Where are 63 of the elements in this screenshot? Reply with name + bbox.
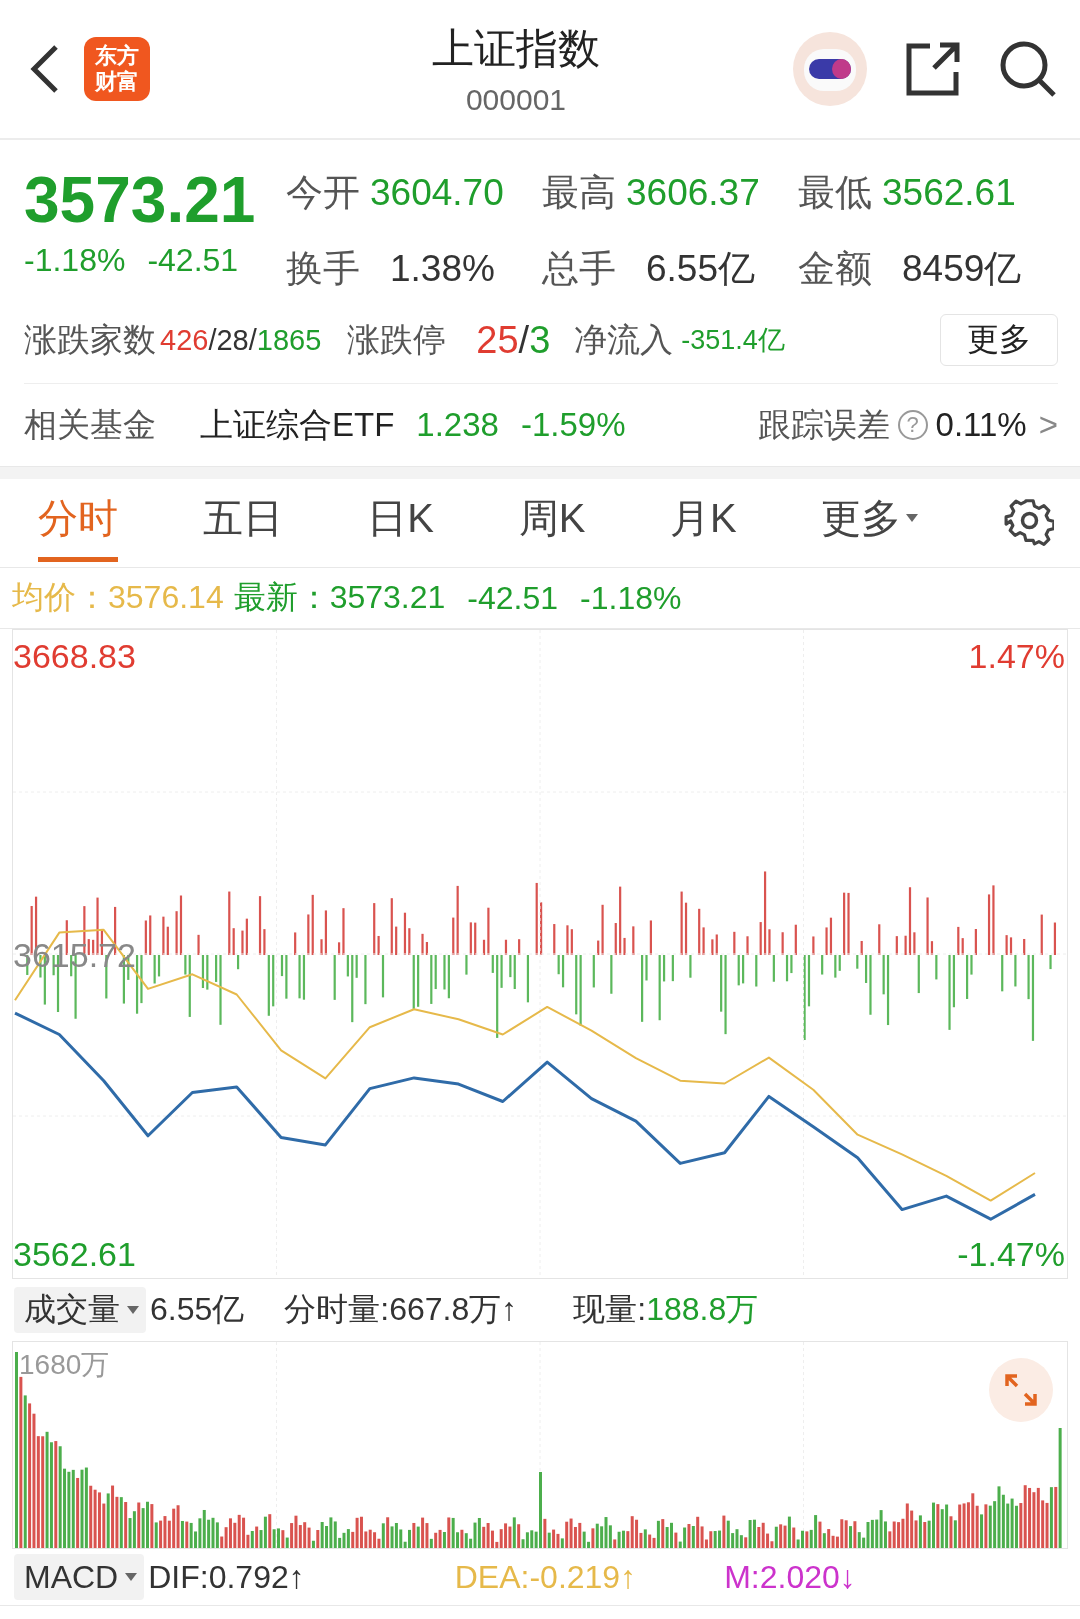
average-price: 均价：3576.14 — [12, 578, 224, 617]
macd-value: DIF:0.792↑ — [148, 1558, 305, 1596]
page-title: 上证指数 — [432, 24, 600, 74]
macd-value: DEA:-0.219↑ — [454, 1558, 637, 1596]
indicator-dropdown[interactable]: MACD — [14, 1554, 145, 1600]
caret-icon — [905, 513, 920, 523]
axis-label: 3562.61 — [13, 1236, 136, 1272]
stat-value: 3606.37 — [626, 172, 760, 214]
axis-label: 1.47% — [968, 638, 1065, 674]
latest-price: 最新：3573.21 — [233, 578, 446, 617]
axis-label: 1680万 — [19, 1348, 110, 1382]
net-inflow-value: -351.4亿 — [681, 324, 785, 357]
more-dropdown[interactable]: 更多 — [821, 484, 920, 562]
latest-change: -42.51 — [467, 579, 559, 617]
volume-total: 6.55亿 — [150, 1290, 245, 1329]
breadth-label: 涨跌家数 — [24, 319, 156, 360]
fund-label: 相关基金 — [24, 404, 156, 445]
stat-label: 今开 — [286, 171, 360, 215]
indicator-dropdown[interactable]: 成交量 — [14, 1287, 146, 1333]
stat-value: 6.55亿 — [646, 247, 755, 291]
app-logo: 东方财富 — [84, 37, 150, 101]
current-volume-value: 188.8万 — [646, 1290, 759, 1329]
limit-value: 25/3 — [476, 318, 551, 362]
macd-value: M:2.020↓ — [724, 1558, 856, 1596]
robot-avatar-icon[interactable] — [792, 31, 868, 107]
chart-tab[interactable]: 月K — [670, 484, 737, 562]
stock-code: 000001 — [465, 83, 567, 117]
caret-icon — [126, 1305, 140, 1315]
stat-label: 最低 — [798, 171, 872, 215]
stat-label: 总手 — [542, 247, 616, 291]
current-price: 3573.21 — [24, 163, 256, 238]
fund-name: 上证综合ETF — [200, 404, 395, 445]
stat-label: 换手 — [286, 247, 360, 291]
chart-tab[interactable]: 五日 — [202, 484, 283, 562]
stat-value: 3562.61 — [882, 172, 1016, 214]
stat-value: 8459亿 — [902, 247, 1022, 291]
tracking-label: 跟踪误差 — [757, 404, 890, 445]
change-value: -42.51 — [147, 242, 239, 279]
caret-icon — [124, 1572, 139, 1582]
tracking-value: 0.11% — [935, 406, 1027, 444]
axis-label: -1.47% — [957, 1236, 1065, 1272]
stat-value: 1.38% — [390, 248, 495, 290]
breadth-value: 426/28/1865 — [160, 323, 322, 357]
share-icon[interactable] — [904, 40, 962, 98]
chart-tab[interactable]: 周K — [518, 484, 586, 562]
current-volume-label: 现量: — [573, 1290, 647, 1329]
axis-label: 3668.83 — [13, 638, 136, 674]
fund-price: 1.238 — [416, 406, 499, 444]
stat-label: 金额 — [798, 247, 872, 291]
net-inflow-label: 净流入 — [574, 319, 674, 360]
expand-icon — [1004, 1373, 1038, 1407]
period-volume: 分时量:667.8万↑ — [284, 1290, 518, 1329]
stat-label: 最高 — [542, 171, 616, 215]
limit-label: 涨跌停 — [347, 319, 447, 360]
more-button[interactable]: 更多 — [940, 314, 1058, 366]
fund-change: -1.59% — [520, 406, 626, 444]
latest-change-percent: -1.18% — [580, 579, 682, 617]
settings-icon[interactable] — [1004, 498, 1054, 548]
change-percent: -1.18% — [24, 242, 126, 279]
chart-tab[interactable]: 日K — [367, 484, 434, 562]
stat-value: 3604.70 — [370, 172, 504, 214]
chevron-icon[interactable]: > — [1038, 406, 1058, 444]
search-icon[interactable] — [998, 39, 1058, 99]
